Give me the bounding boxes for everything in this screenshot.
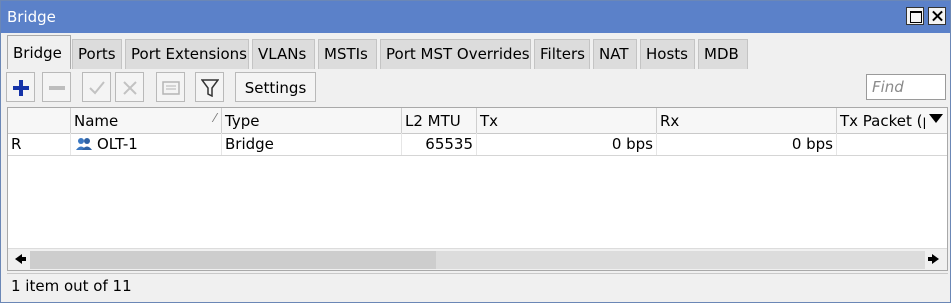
filter-button[interactable] [195,72,224,102]
settings-button[interactable]: Settings [235,72,316,102]
tab-filters[interactable]: Filters [534,39,590,69]
row-tx: 0 bps [477,133,657,155]
column-header-name-label: Name [74,112,119,130]
user-icon [76,138,92,150]
status-bar: 1 item out of 11 [7,273,948,298]
filter-icon [201,79,219,97]
tab-ports[interactable]: Ports [72,39,122,69]
column-menu-icon[interactable] [929,114,943,123]
tab-mstis[interactable]: MSTIs [318,39,377,69]
column-header-name[interactable]: Name ⁄ [71,108,222,133]
column-header-flags[interactable] [8,108,71,133]
row-name: OLT-1 [97,135,138,153]
scrollbar-thumb[interactable] [30,251,436,269]
comment-icon [162,81,180,95]
maximize-icon[interactable] [906,7,924,25]
toolbar: Settings [1,69,950,107]
tab-hosts[interactable]: Hosts [640,39,695,69]
horizontal-scrollbar[interactable] [8,248,947,270]
row-type: Bridge [222,133,402,155]
sort-indicator-icon: ⁄ [213,111,216,125]
enable-icon [89,81,105,95]
window-title: Bridge [7,8,56,26]
tab-bridge[interactable]: Bridge [7,35,71,69]
find-input[interactable] [866,74,946,100]
disable-icon [123,81,137,95]
bridge-table: Name ⁄ Type L2 MTU Tx Rx Tx Packet (p R … [7,107,948,271]
row-tx-packet [837,133,947,155]
remove-button[interactable] [42,72,71,102]
column-header-rx[interactable]: Rx [657,108,837,133]
column-header-tx-packet[interactable]: Tx Packet (p [837,108,925,133]
tab-vlans[interactable]: VLANs [252,39,315,69]
add-button[interactable] [6,72,35,102]
bridge-window: Bridge Bridge Ports Port Extensions VLAN… [0,0,951,303]
tab-nat[interactable]: NAT [593,39,637,69]
tab-port-mst-overrides[interactable]: Port MST Overrides [380,39,531,69]
scroll-right-arrow-icon[interactable] [928,254,939,264]
tab-mdb[interactable]: MDB [698,39,748,69]
row-name-cell: OLT-1 [71,133,222,155]
row-l2-mtu: 65535 [402,133,477,155]
scrollbar-track[interactable] [436,251,925,269]
disable-button[interactable] [115,72,144,102]
enable-button[interactable] [82,72,111,102]
status-text: 1 item out of 11 [11,277,132,295]
row-flag: R [8,133,71,155]
remove-icon [49,86,65,90]
row-rx: 0 bps [657,133,837,155]
close-icon[interactable] [928,7,946,25]
title-bar[interactable]: Bridge [1,1,950,33]
tab-port-extensions[interactable]: Port Extensions [125,39,249,69]
column-header-tx[interactable]: Tx [477,108,657,133]
comment-button[interactable] [156,72,185,102]
table-row[interactable]: R OLT-1 Bridge 65535 0 bps 0 bps [8,133,947,156]
scroll-left-arrow-icon[interactable] [15,254,26,264]
column-header-type[interactable]: Type [222,108,402,133]
table-header: Name ⁄ Type L2 MTU Tx Rx Tx Packet (p [8,108,947,134]
tab-bar: Bridge Ports Port Extensions VLANs MSTIs… [1,33,950,69]
column-header-l2-mtu[interactable]: L2 MTU [402,108,477,133]
add-icon [13,80,29,96]
